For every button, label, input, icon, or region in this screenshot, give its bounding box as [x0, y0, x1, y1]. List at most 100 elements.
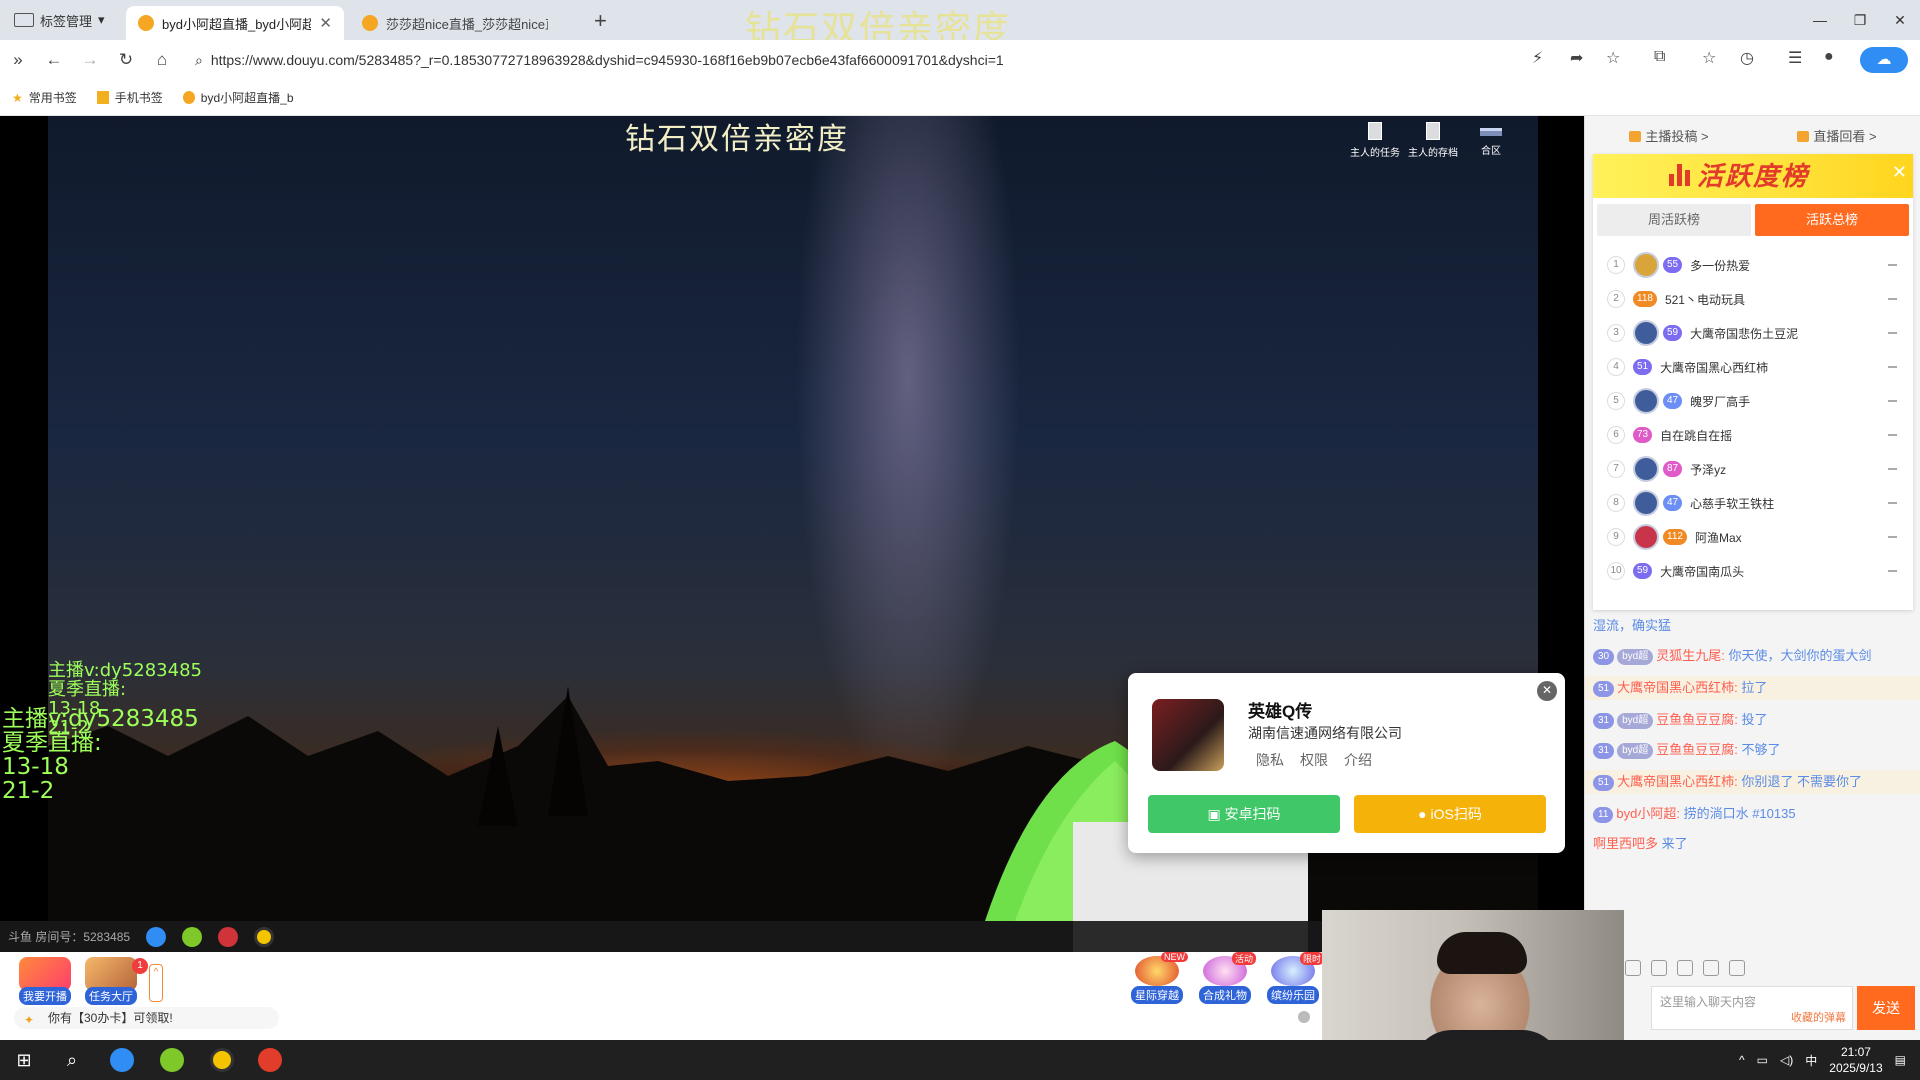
- chat-input[interactable]: 这里输入聊天内容 收藏的弹幕: [1651, 986, 1853, 1030]
- forward-icon[interactable]: →: [72, 50, 108, 70]
- lightning-icon[interactable]: ⚡: [1532, 48, 1543, 68]
- profile-icon[interactable]: ●: [1824, 48, 1834, 66]
- info-line: 夏季直播:: [2, 730, 102, 757]
- saved-danmu-button[interactable]: 收藏的弹幕: [1791, 1009, 1846, 1025]
- rank-row[interactable]: 1 55 多一份热爱: [1593, 248, 1913, 282]
- replay-link[interactable]: 直播回看 >: [1797, 126, 1877, 145]
- network-icon[interactable]: ▭: [1757, 1053, 1768, 1067]
- menu-icon[interactable]: ☰: [1788, 48, 1802, 68]
- side-top-links: 主播投稿 > 直播回看 >: [1585, 116, 1920, 154]
- rank-row[interactable]: 7 87 予泽yz: [1593, 452, 1913, 486]
- chat-username[interactable]: 灵狐生九尾:: [1656, 648, 1725, 663]
- sidebar-toggle-icon[interactable]: »: [0, 50, 36, 70]
- favorites-icon[interactable]: ☆: [1702, 48, 1716, 68]
- privacy-link[interactable]: 隐私: [1256, 750, 1284, 770]
- back-icon[interactable]: ←: [36, 50, 72, 70]
- tab-byd[interactable]: byd小阿超直播_byd小阿超直 ✕: [126, 6, 344, 40]
- bookmark-byd[interactable]: byd小阿超直播_b: [182, 89, 294, 106]
- setting-icon[interactable]: [1703, 960, 1719, 976]
- search-icon[interactable]: ⌕: [60, 1048, 84, 1072]
- merge-server-button[interactable]: 合区: [1464, 122, 1518, 157]
- close-tab-icon[interactable]: ✕: [319, 14, 332, 32]
- close-ranking-icon[interactable]: ✕: [1892, 162, 1907, 183]
- share-icon[interactable]: ➦: [1570, 48, 1583, 68]
- close-popup-icon[interactable]: ✕: [1537, 681, 1557, 701]
- android-icon: ▣: [1207, 806, 1225, 822]
- tab-total[interactable]: 活跃总榜: [1755, 204, 1909, 236]
- rank-username: 魄罗厂高手: [1690, 394, 1751, 409]
- chat-username[interactable]: byd小阿超:: [1616, 806, 1680, 821]
- bookmark-common[interactable]: ★ 常用书签: [12, 89, 77, 106]
- ranking-list: 1 55 多一份热爱 2 118 521丶电动玩具 3 59 大鹰帝国悲伤土豆泥 4 51 大鹰帝国黑…: [1593, 242, 1913, 588]
- obs-icon[interactable]: [254, 926, 275, 947]
- bookmark-mobile[interactable]: 手机书签: [96, 89, 163, 106]
- expand-toggle[interactable]: ^: [149, 964, 163, 1002]
- notification-icon[interactable]: ▤: [1895, 1053, 1906, 1067]
- level-badge: 87: [1663, 461, 1683, 477]
- master-save-button[interactable]: 主人的存档: [1406, 122, 1460, 159]
- tray-expand-icon[interactable]: ^: [1739, 1053, 1745, 1067]
- edge-icon[interactable]: [146, 926, 167, 947]
- reward-notice[interactable]: ✦ 你有【30办卡】可领取!: [14, 1007, 279, 1029]
- streamer-submit-link[interactable]: 主播投稿 >: [1629, 126, 1709, 145]
- chat-username[interactable]: 大鹰帝国黑心西红柿:: [1617, 680, 1738, 695]
- start-stream-button[interactable]: 我要开播: [16, 957, 74, 1005]
- clock[interactable]: 21:07 2025/9/13: [1829, 1044, 1882, 1076]
- url-field[interactable]: ⌕ https://www.douyu.com/5283485?_r=0.185…: [195, 46, 1515, 74]
- permission-link[interactable]: 权限: [1300, 750, 1328, 770]
- emoji-icon[interactable]: [1625, 960, 1641, 976]
- rank-row[interactable]: 4 51 大鹰帝国黑心西红柿: [1593, 350, 1913, 384]
- rank-row[interactable]: 2 118 521丶电动玩具: [1593, 282, 1913, 316]
- ime-indicator[interactable]: 中: [1805, 1052, 1817, 1069]
- new-tab-button[interactable]: +: [594, 8, 607, 34]
- obs-taskbar-icon[interactable]: [210, 1048, 234, 1072]
- extensions-icon[interactable]: ⧉: [1654, 48, 1665, 66]
- fans-icon[interactable]: [1651, 960, 1667, 976]
- home-icon[interactable]: ⌂: [144, 50, 180, 70]
- tab-shasha[interactable]: 莎莎超nice直播_莎莎超nice直播: [350, 6, 560, 40]
- record-icon[interactable]: [218, 926, 239, 947]
- rank-row[interactable]: 5 47 魄罗厂高手: [1593, 384, 1913, 418]
- minus-icon: [1888, 366, 1897, 368]
- history-icon[interactable]: ◷: [1740, 48, 1754, 68]
- document-icon: [1426, 122, 1440, 140]
- chat-message: 31 byd超 豆鱼鱼豆豆腐: 投了: [1593, 710, 1913, 730]
- app-icon[interactable]: [182, 926, 203, 947]
- restore-icon[interactable]: ❐: [1840, 0, 1880, 40]
- star-icon[interactable]: ☆: [1606, 48, 1620, 68]
- chat-username[interactable]: 豆鱼鱼豆豆腐:: [1656, 742, 1738, 757]
- chat-messages: 湿流，确实猛 30 byd超 灵狐生九尾: 你天使，大剑你的蛋大剑 51 大鹰帝国黑心西红…: [1585, 610, 1920, 950]
- rank-row[interactable]: 10 59 大鹰帝国南瓜头: [1593, 554, 1913, 588]
- rank-row[interactable]: 8 47 心慈手软王铁柱: [1593, 486, 1913, 520]
- app-taskbar-icon[interactable]: [160, 1048, 184, 1072]
- minimize-icon[interactable]: —: [1800, 0, 1840, 40]
- rank-number: 4: [1607, 358, 1625, 376]
- gift-tool-icon[interactable]: [1677, 960, 1693, 976]
- intro-link[interactable]: 介绍: [1344, 750, 1372, 770]
- ios-scan-button[interactable]: ● iOS扫码: [1354, 795, 1546, 833]
- tab-manager-button[interactable]: 标签管理 ▾: [6, 8, 113, 32]
- rank-row[interactable]: 9 112 阿渔Max: [1593, 520, 1913, 554]
- windows-start-icon[interactable]: ⊞: [12, 1048, 36, 1072]
- reload-icon[interactable]: ↻: [108, 50, 144, 70]
- activity-synth-gift[interactable]: 活动 合成礼物: [1196, 952, 1256, 1004]
- rank-row[interactable]: 6 73 自在跳自在摇: [1593, 418, 1913, 452]
- rank-row[interactable]: 3 59 大鹰帝国悲伤土豆泥: [1593, 316, 1913, 350]
- chat-username[interactable]: 豆鱼鱼豆豆腐:: [1656, 712, 1738, 727]
- g-app-taskbar-icon[interactable]: [258, 1048, 282, 1072]
- send-button[interactable]: 发送: [1857, 986, 1915, 1030]
- chat-username[interactable]: 啊里西吧多: [1593, 836, 1658, 851]
- cloud-button[interactable]: ☁: [1860, 47, 1908, 73]
- volume-icon[interactable]: ◁): [1780, 1053, 1793, 1067]
- master-task-button[interactable]: 主人的任务: [1348, 122, 1402, 159]
- android-scan-button[interactable]: ▣ 安卓扫码: [1148, 795, 1340, 833]
- noble-icon[interactable]: [1729, 960, 1745, 976]
- activity-paradise[interactable]: 限时 缤纷乐园: [1264, 952, 1324, 1004]
- game-download-popup: ✕ 英雄Q传 湖南信速通网络有限公司 隐私 权限 介绍 ▣ 安卓扫码 ● iOS…: [1128, 673, 1565, 853]
- chat-username[interactable]: 大鹰帝国黑心西红柿:: [1617, 774, 1738, 789]
- close-window-icon[interactable]: ✕: [1880, 0, 1920, 40]
- activity-interstellar[interactable]: NEW 星际穿越: [1128, 952, 1188, 1004]
- close-activity-icon[interactable]: [1298, 1011, 1310, 1023]
- browser-taskbar-icon[interactable]: [110, 1048, 134, 1072]
- tab-weekly[interactable]: 周活跃榜: [1597, 204, 1751, 236]
